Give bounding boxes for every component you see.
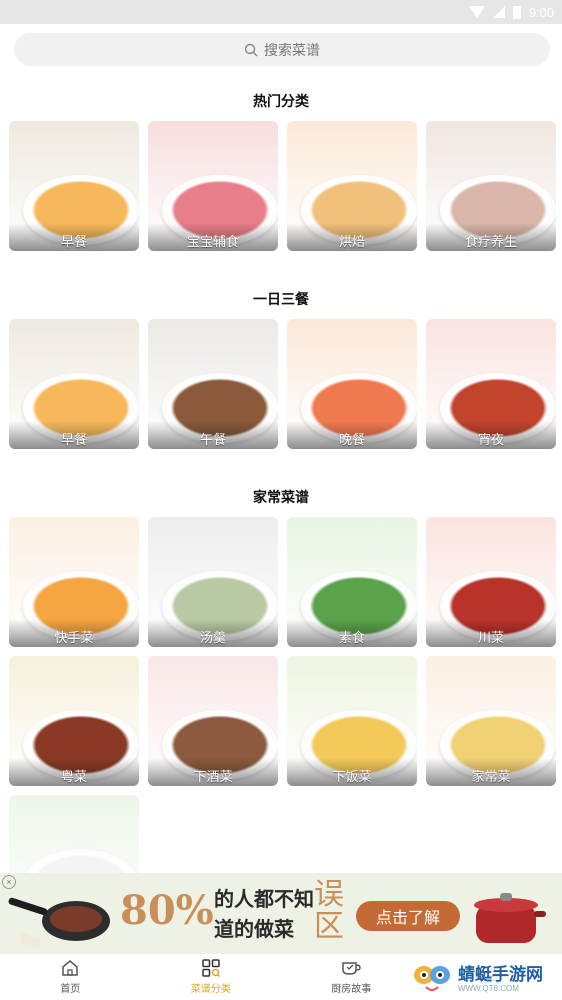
tab-kitchen-stories-label: 厨房故事 — [331, 984, 372, 995]
category-label: 下酒菜 — [148, 758, 278, 786]
cup-icon — [342, 962, 361, 975]
dragonfly-logo-icon — [414, 966, 450, 991]
home-recipe-grid: 快手菜 汤羹 素食 川菜粤菜 下酒菜 下饭菜 家常菜 — [9, 517, 556, 925]
meals-category-grid: 早餐 午餐 晚餐 宵夜 — [9, 319, 556, 449]
hot-category-grid: 早餐 宝宝辅食 烘焙 食疗养生 — [9, 121, 556, 251]
category-label: 午餐 — [148, 421, 278, 449]
category-card[interactable]: 下饭菜 — [287, 656, 417, 786]
category-grid-icon — [202, 959, 220, 977]
category-label: 快手菜 — [9, 619, 139, 647]
category-card[interactable]: 家常菜 — [426, 656, 556, 786]
ad-text-line1: 的人都不知 — [214, 887, 314, 911]
ad-text-line2: 道的做菜 — [214, 917, 294, 941]
section-title-hot: 热门分类 — [253, 93, 309, 109]
category-label: 食疗养生 — [426, 223, 556, 251]
status-bar: 9:00 — [0, 0, 562, 24]
category-label: 粤菜 — [9, 758, 139, 786]
ad-highlight-1: 误 — [314, 877, 344, 912]
ad-banner[interactable]: × 80% 的人都不知 道的做菜 误 区 点击了解 — [0, 873, 562, 953]
wifi-icon — [468, 6, 485, 18]
category-card[interactable]: 粤菜 — [9, 656, 139, 786]
signal-icon — [492, 6, 505, 18]
battery-icon — [512, 5, 521, 19]
category-label: 下饭菜 — [287, 758, 417, 786]
section-title-meals: 一日三餐 — [253, 291, 309, 307]
category-label: 素食 — [287, 619, 417, 647]
watermark-text: 蜻蜓手游网 — [458, 964, 543, 984]
category-card[interactable]: 食疗养生 — [426, 121, 556, 251]
category-label: 家常菜 — [426, 758, 556, 786]
category-card[interactable]: 午餐 — [148, 319, 278, 449]
search-input[interactable]: 搜索菜谱 — [14, 33, 550, 66]
ad-highlight-2: 区 — [314, 909, 344, 944]
category-label: 早餐 — [9, 223, 139, 251]
category-label: 汤羹 — [148, 619, 278, 647]
ad-highlight: 误 区 — [314, 879, 344, 943]
frying-pan-icon — [8, 897, 110, 948]
category-label: 烘焙 — [287, 223, 417, 251]
tab-categories[interactable]: 菜谱分类 — [141, 954, 282, 1000]
category-card[interactable]: 素食 — [287, 517, 417, 647]
tab-home-label: 首页 — [60, 984, 81, 995]
category-card[interactable]: 快手菜 — [9, 517, 139, 647]
category-card[interactable]: 川菜 — [426, 517, 556, 647]
category-card[interactable]: 晚餐 — [287, 319, 417, 449]
status-time: 9:00 — [528, 4, 554, 20]
category-label: 早餐 — [9, 421, 139, 449]
category-label: 宵夜 — [426, 421, 556, 449]
category-card[interactable]: 汤羹 — [148, 517, 278, 647]
category-label: 晚餐 — [287, 421, 417, 449]
category-card[interactable]: 宝宝辅食 — [148, 121, 278, 251]
tab-kitchen-stories[interactable]: 厨房故事 — [281, 954, 422, 1000]
section-title-home: 家常菜谱 — [253, 489, 309, 505]
category-card[interactable]: 烘焙 — [287, 121, 417, 251]
ad-cta-button[interactable]: 点击了解 — [356, 901, 460, 931]
search-placeholder: 搜索菜谱 — [264, 41, 320, 58]
tab-home[interactable]: 首页 — [0, 954, 141, 1000]
category-label: 川菜 — [426, 619, 556, 647]
home-icon — [62, 960, 78, 976]
search-icon — [244, 43, 258, 56]
category-label: 宝宝辅食 — [148, 223, 278, 251]
ad-percent: 80% — [120, 887, 214, 934]
pot-icon — [474, 893, 546, 943]
category-card[interactable]: 宵夜 — [426, 319, 556, 449]
watermark: 蜻蜓手游网 WWW.QT6.COM — [412, 958, 562, 1000]
category-card[interactable]: 下酒菜 — [148, 656, 278, 786]
watermark-url: WWW.QT6.COM — [458, 983, 519, 993]
tab-categories-label: 菜谱分类 — [190, 984, 231, 995]
category-card[interactable]: 早餐 — [9, 121, 139, 251]
category-card[interactable]: 早餐 — [9, 319, 139, 449]
